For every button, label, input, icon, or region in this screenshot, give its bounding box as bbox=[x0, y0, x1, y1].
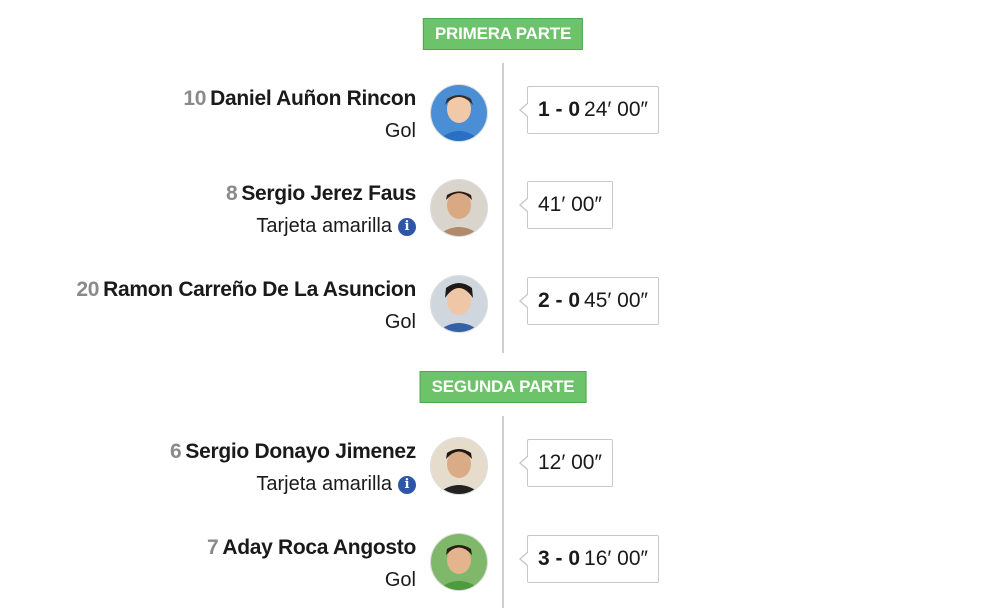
player-name[interactable]: 6 Sergio Donayo Jimenez bbox=[170, 437, 416, 467]
event-callout: 3 - 0 16′ 00″ bbox=[519, 535, 659, 583]
event-time: 16′ 00″ bbox=[584, 547, 648, 570]
player-name-text: Daniel Auñon Rincon bbox=[210, 87, 416, 110]
player-name[interactable]: 7 Aday Roca Angosto bbox=[207, 533, 416, 563]
timeline-event: 7 Aday Roca Angosto Gol 3 - 0 16′ 00″ bbox=[0, 533, 1000, 603]
timeline-event: 10 Daniel Auñon Rincon Gol 1 - 0 24′ 00″ bbox=[0, 84, 1000, 154]
player-info: 8 Sergio Jerez Faus Tarjeta amarilla i bbox=[226, 179, 416, 241]
player-info: 10 Daniel Auñon Rincon Gol bbox=[183, 84, 416, 146]
event-score: 2 - 0 bbox=[538, 289, 581, 312]
half-badge-second: SEGUNDA PARTE bbox=[419, 371, 587, 403]
event-type: Gol bbox=[76, 307, 416, 337]
player-avatar[interactable] bbox=[430, 275, 488, 333]
player-info: 6 Sergio Donayo Jimenez Tarjeta amarilla i bbox=[170, 437, 416, 499]
player-number: 7 bbox=[206, 536, 219, 559]
player-info: 7 Aday Roca Angosto Gol bbox=[207, 533, 416, 595]
event-type-label: Tarjeta amarilla bbox=[256, 215, 392, 237]
event-type-label: Gol bbox=[384, 569, 416, 591]
player-name-text: Ramon Carreño De La Asuncion bbox=[103, 278, 416, 301]
event-type-label: Tarjeta amarilla bbox=[256, 473, 392, 495]
player-name-text: Sergio Donayo Jimenez bbox=[185, 440, 416, 463]
timeline-event: 6 Sergio Donayo Jimenez Tarjeta amarilla i… bbox=[0, 437, 1000, 507]
event-callout: 1 - 0 24′ 00″ bbox=[519, 86, 659, 134]
event-type-label: Gol bbox=[384, 120, 416, 142]
player-number: 20 bbox=[76, 278, 100, 301]
event-score: 1 - 0 bbox=[538, 98, 581, 121]
player-name[interactable]: 20 Ramon Carreño De La Asuncion bbox=[76, 275, 416, 305]
player-name-text: Sergio Jerez Faus bbox=[241, 182, 416, 205]
event-callout: 2 - 0 45′ 00″ bbox=[519, 277, 659, 325]
match-timeline: PRIMERA PARTE SEGUNDA PARTE 10 Daniel Auñ… bbox=[0, 0, 1000, 608]
player-name[interactable]: 8 Sergio Jerez Faus bbox=[226, 179, 416, 209]
player-info: 20 Ramon Carreño De La Asuncion Gol bbox=[76, 275, 416, 337]
player-number: 6 bbox=[170, 440, 182, 463]
player-name-text: Aday Roca Angosto bbox=[222, 536, 416, 559]
info-icon[interactable]: i bbox=[398, 476, 416, 494]
event-time: 45′ 00″ bbox=[584, 289, 648, 312]
player-avatar[interactable] bbox=[430, 179, 488, 237]
player-avatar[interactable] bbox=[430, 437, 488, 495]
event-time: 41′ 00″ bbox=[538, 193, 602, 216]
player-number: 8 bbox=[225, 182, 238, 205]
player-number: 10 bbox=[183, 87, 207, 110]
event-callout: 41′ 00″ bbox=[519, 181, 613, 229]
timeline-event: 20 Ramon Carreño De La Asuncion Gol 2 - 0… bbox=[0, 275, 1000, 345]
player-name[interactable]: 10 Daniel Auñon Rincon bbox=[183, 84, 416, 114]
event-type: Tarjeta amarilla i bbox=[226, 211, 416, 241]
event-type: Tarjeta amarilla i bbox=[170, 469, 416, 499]
half-badge-first: PRIMERA PARTE bbox=[422, 18, 584, 50]
event-type: Gol bbox=[207, 565, 416, 595]
event-type: Gol bbox=[183, 116, 416, 146]
event-time: 12′ 00″ bbox=[538, 451, 602, 474]
timeline-event: 8 Sergio Jerez Faus Tarjeta amarilla i 41′… bbox=[0, 179, 1000, 249]
event-callout: 12′ 00″ bbox=[519, 439, 613, 487]
event-score: 3 - 0 bbox=[538, 547, 581, 570]
info-icon[interactable]: i bbox=[398, 218, 416, 236]
player-avatar[interactable] bbox=[430, 533, 488, 591]
event-time: 24′ 00″ bbox=[584, 98, 648, 121]
event-type-label: Gol bbox=[384, 311, 416, 333]
player-avatar[interactable] bbox=[430, 84, 488, 142]
